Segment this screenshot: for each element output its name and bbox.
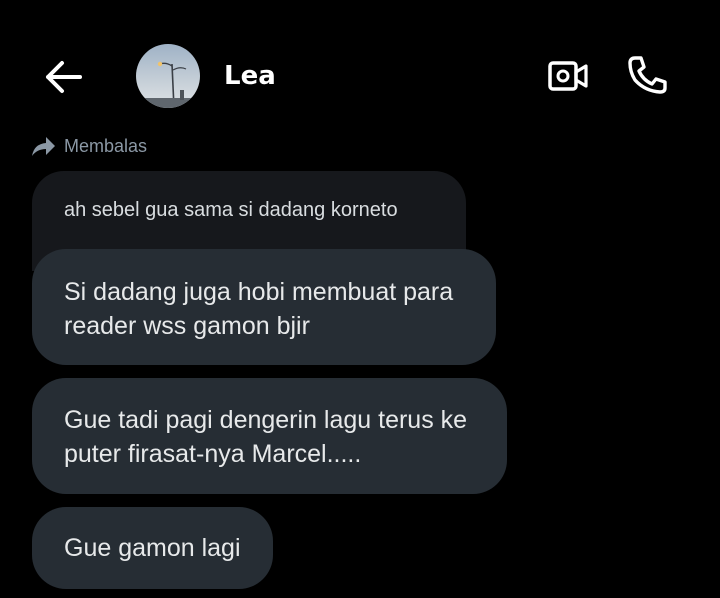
- message-text-line: Si dadang juga hobi membuat para: [64, 278, 454, 306]
- dm-conversation-screen: Lea Membalas ah sebel gua sama si dadang…: [0, 0, 720, 598]
- message-text-line: reader wss gamon bjir: [64, 312, 310, 340]
- message-bubble[interactable]: Gue tadi pagi dengerin lagu terus ke put…: [32, 378, 507, 494]
- back-button[interactable]: [40, 56, 88, 98]
- message-text-line: Gue gamon lagi: [64, 534, 241, 562]
- video-call-button[interactable]: [544, 55, 592, 97]
- arrow-left-icon: [46, 61, 82, 93]
- contact-name[interactable]: Lea: [224, 60, 276, 92]
- phone-icon: [628, 56, 667, 94]
- quoted-message-text: ah sebel gua sama si dadang korneto: [64, 199, 398, 221]
- video-call-icon: [548, 61, 588, 91]
- message-text-line: puter firasat-nya Marcel.....: [64, 440, 362, 468]
- message-text-line: Gue tadi pagi dengerin lagu terus ke: [64, 406, 468, 434]
- avatar[interactable]: [136, 44, 200, 108]
- contact-avatar-image: [136, 44, 200, 108]
- reply-label: Membalas: [64, 135, 148, 156]
- message-bubble[interactable]: Gue gamon lagi: [32, 507, 273, 589]
- reply-arrow-icon: [32, 137, 55, 156]
- voice-call-button[interactable]: [622, 52, 672, 98]
- message-bubble[interactable]: Si dadang juga hobi membuat para reader …: [32, 249, 496, 365]
- reply-indicator: Membalas: [30, 134, 147, 158]
